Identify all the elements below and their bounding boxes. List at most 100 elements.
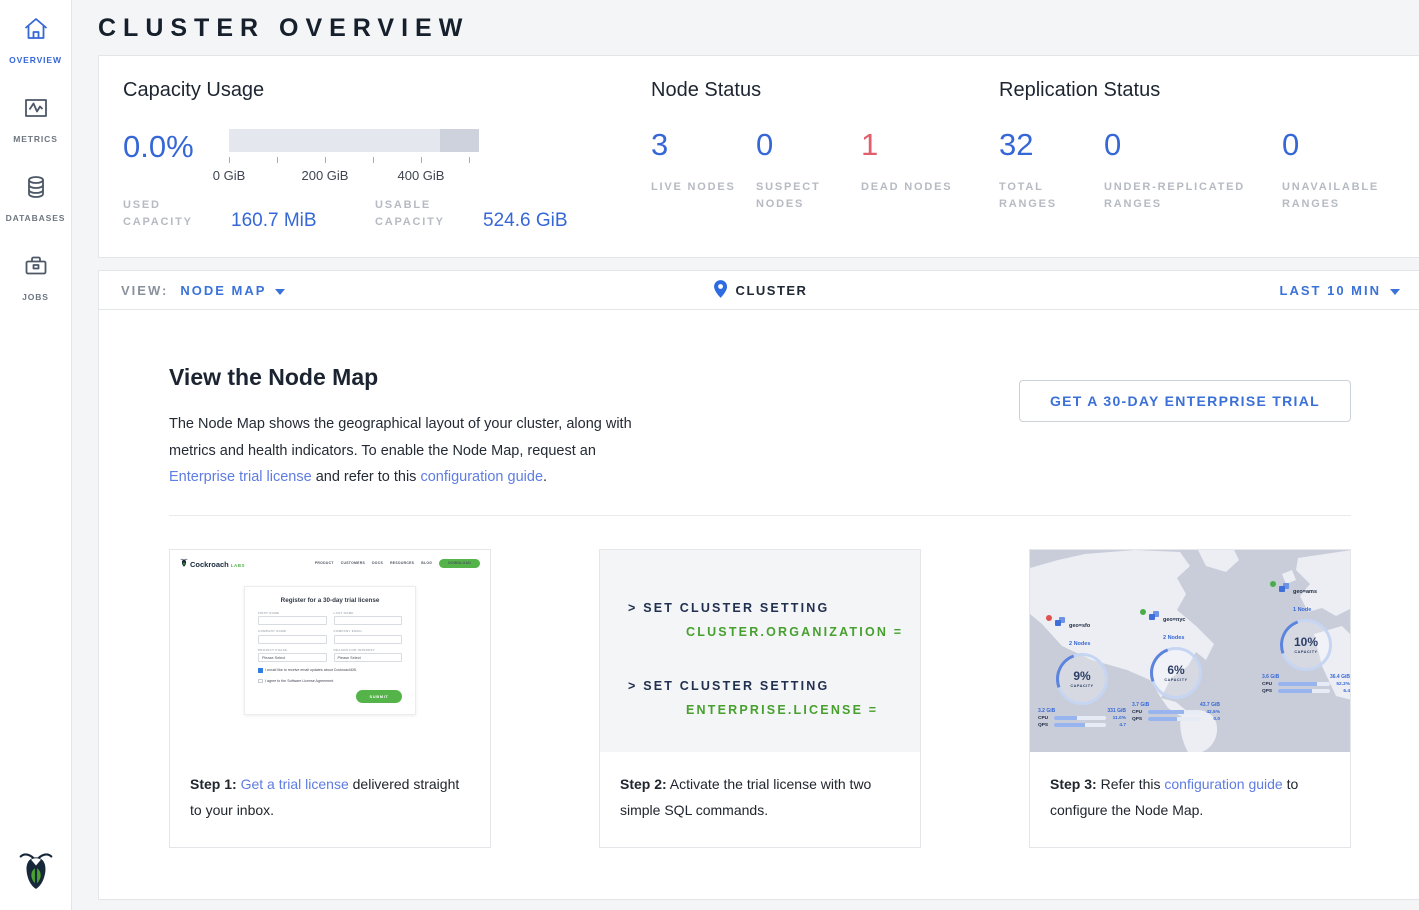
enterprise-trial-license-link[interactable]: Enterprise trial license	[169, 469, 312, 485]
total-ranges-stat: 32 TOTAL RANGES	[999, 129, 1104, 213]
node-map-panel: View the Node Map The Node Map shows the…	[98, 310, 1419, 900]
mini-site-nav: PRODUCT CUSTOMERS DOCS RESOURCES BLOG DO…	[315, 559, 480, 568]
node-cube-icon	[1279, 580, 1290, 598]
sidebar-item-overview[interactable]: OVERVIEW	[0, 0, 71, 79]
sidebar-item-databases[interactable]: DATABASES	[0, 158, 71, 237]
capacity-percent: 0.0%	[123, 129, 229, 162]
view-selector-value: NODE MAP	[180, 283, 266, 298]
sql-commands-preview: > SET CLUSTER SETTING CLUSTER.ORGANIZATI…	[600, 550, 920, 752]
node-cube-icon	[1055, 614, 1066, 632]
step2-card: > SET CLUSTER SETTING CLUSTER.ORGANIZATI…	[599, 549, 921, 848]
view-selector-dropdown[interactable]: NODE MAP	[180, 283, 285, 298]
total-ranges-value: 32	[999, 129, 1104, 160]
replication-status-section: Replication Status 32 TOTAL RANGES 0 UND…	[999, 79, 1419, 257]
sidebar-item-jobs[interactable]: JOBS	[0, 237, 71, 316]
main-content: CLUSTER OVERVIEW Capacity Usage 0.0% 0 G…	[72, 0, 1419, 910]
total-ranges-label: TOTAL RANGES	[999, 179, 1094, 213]
unavailable-ranges-stat: 0 UNAVAILABLE RANGES	[1282, 129, 1419, 213]
node-status-section: Node Status 3 LIVE NODES 0 SUSPECT NODES…	[651, 79, 999, 257]
replication-status-title: Replication Status	[999, 79, 1419, 102]
mini-logo-name: Cockroach	[190, 560, 229, 569]
cpu-bar	[1278, 682, 1330, 686]
sidebar-item-metrics[interactable]: METRICS	[0, 79, 71, 158]
step3-caption: Step 3: Refer this configuration guide t…	[1030, 752, 1350, 847]
used-capacity-value: 160.7 MiB	[231, 210, 375, 231]
usable-capacity-label: USABLE CAPACITY	[375, 197, 483, 231]
map-node-nyc: geo=nyc2 Nodes 6% CAPACITY 3.7 GiB43.7 G…	[1132, 608, 1220, 722]
axis-label-200: 200 GiB	[302, 168, 349, 183]
live-nodes-label: LIVE NODES	[651, 179, 746, 196]
capacity-usage-section: Capacity Usage 0.0% 0 GiB 200 GiB 400 Gi…	[123, 79, 651, 257]
chevron-down-icon	[1390, 283, 1400, 298]
sidebar-item-label: JOBS	[22, 292, 49, 302]
mini-cockroach-logo: Cockroach LABS	[180, 558, 245, 569]
view-label: VIEW:	[121, 283, 168, 298]
under-replicated-ranges-value: 0	[1104, 129, 1282, 160]
node-map-description: The Node Map shows the geographical layo…	[169, 411, 637, 491]
dead-nodes-value: 1	[861, 129, 966, 160]
live-nodes-stat: 3 LIVE NODES	[651, 129, 756, 213]
step2-label: Step 2:	[620, 776, 667, 792]
node-map-title: View the Node Map	[169, 364, 637, 391]
capacity-bar	[229, 129, 479, 152]
dead-nodes-stat: 1 DEAD NODES	[861, 129, 966, 213]
step2-caption: Step 2: Activate the trial license with …	[600, 752, 920, 847]
mini-logo-suffix: LABS	[231, 563, 245, 568]
map-node-ams: geo=ams1 Node 10% CAPACITY 3.6 GiB36.4 G…	[1262, 580, 1350, 694]
capacity-gauge: 6% CAPACITY	[1150, 647, 1202, 699]
step1-label: Step 1:	[190, 776, 237, 792]
cluster-summary-panel: Capacity Usage 0.0% 0 GiB 200 GiB 400 Gi…	[98, 55, 1419, 258]
page-title: CLUSTER OVERVIEW	[98, 14, 1419, 43]
step1-card: Cockroach LABS PRODUCT CUSTOMERS DOCS RE…	[169, 549, 491, 848]
cpu-bar	[1148, 710, 1200, 714]
mini-form-title: Register for a 30-day trial license	[258, 597, 402, 604]
capacity-gauge: 9% CAPACITY	[1056, 653, 1108, 705]
capacity-gauge: 10% CAPACITY	[1280, 619, 1332, 671]
sidebar-item-label: DATABASES	[6, 213, 66, 223]
mini-submit-button: SUBMIT	[356, 690, 402, 703]
chart-icon	[22, 94, 50, 127]
capacity-usage-title: Capacity Usage	[123, 79, 651, 102]
unavailable-ranges-value: 0	[1282, 129, 1419, 160]
used-capacity-label: USED CAPACITY	[123, 197, 231, 231]
mini-download-button: DOWNLOAD	[439, 559, 480, 568]
step3-card: geo=sfo2 Nodes 9% CAPACITY 3.2 GiB331 Gi…	[1029, 549, 1351, 848]
cluster-breadcrumb[interactable]: CLUSTER	[714, 280, 808, 301]
node-ok-badge	[1140, 609, 1146, 615]
qps-bar	[1148, 717, 1200, 721]
live-nodes-value: 3	[651, 129, 756, 160]
suspect-nodes-stat: 0 SUSPECT NODES	[756, 129, 861, 213]
qps-bar	[1278, 689, 1330, 693]
briefcase-icon	[22, 252, 50, 285]
configuration-guide-link[interactable]: configuration guide	[420, 469, 543, 485]
enterprise-trial-button[interactable]: GET A 30-DAY ENTERPRISE TRIAL	[1019, 380, 1351, 422]
registration-page-preview: Cockroach LABS PRODUCT CUSTOMERS DOCS RE…	[170, 550, 490, 752]
time-range-selector[interactable]: LAST 10 MIN	[1280, 283, 1400, 298]
axis-label-400: 400 GiB	[398, 168, 445, 183]
dead-nodes-label: DEAD NODES	[861, 179, 956, 196]
view-bar: VIEW: NODE MAP CLUSTER LAST 10 MIN	[98, 270, 1419, 310]
get-trial-license-link[interactable]: Get a trial license	[241, 776, 349, 792]
suspect-nodes-label: SUSPECT NODES	[756, 179, 851, 213]
map-node-sfo: geo=sfo2 Nodes 9% CAPACITY 3.2 GiB331 Gi…	[1038, 614, 1126, 728]
cpu-bar	[1054, 716, 1106, 720]
sidebar-item-label: METRICS	[13, 134, 58, 144]
step3-text: Refer this	[1097, 776, 1161, 792]
cockroach-logo-icon	[0, 849, 72, 896]
section-divider	[169, 515, 1351, 516]
home-icon	[22, 15, 50, 48]
configuration-guide-link[interactable]: configuration guide	[1164, 776, 1282, 792]
description-text: The Node Map shows the geographical layo…	[169, 416, 632, 459]
capacity-axis-ticks	[229, 157, 479, 166]
description-text: .	[543, 469, 547, 485]
capacity-bar-used-segment	[440, 129, 479, 152]
axis-label-0: 0 GiB	[213, 168, 246, 183]
sidebar: OVERVIEW METRICS DATABASES JOBS	[0, 0, 72, 910]
under-replicated-ranges-stat: 0 UNDER-REPLICATED RANGES	[1104, 129, 1282, 213]
time-range-value: LAST 10 MIN	[1280, 283, 1381, 298]
unavailable-ranges-label: UNAVAILABLE RANGES	[1282, 179, 1412, 213]
sidebar-item-label: OVERVIEW	[9, 55, 62, 65]
under-replicated-ranges-label: UNDER-REPLICATED RANGES	[1104, 179, 1274, 213]
capacity-axis-labels: 0 GiB 200 GiB 400 GiB	[229, 168, 479, 184]
chevron-down-icon	[275, 283, 285, 298]
